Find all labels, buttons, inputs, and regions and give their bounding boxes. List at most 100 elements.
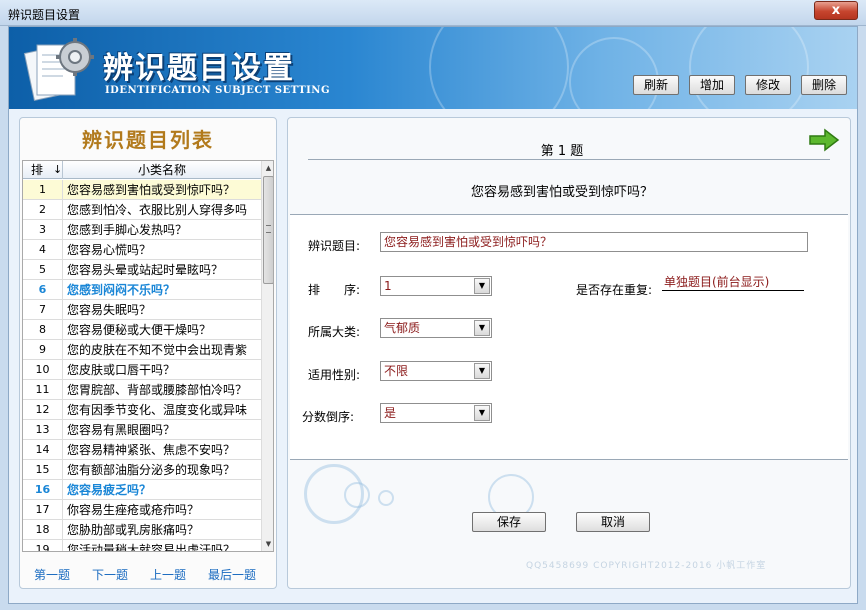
reverse-value: 是: [384, 406, 397, 420]
table-row[interactable]: 4 您容易心慌吗？: [23, 240, 261, 260]
name-column-header[interactable]: 小类名称: [63, 161, 261, 179]
table-row[interactable]: 7 您容易失眠吗？: [23, 300, 261, 320]
main-frame: 辨识题目设置 IDENTIFICATION SUBJECT SETTING 刷新…: [8, 26, 858, 604]
table-row[interactable]: 3 您感到手脚心发热吗？: [23, 220, 261, 240]
table-row[interactable]: 18 您胁肋部或乳房胀痛吗？: [23, 520, 261, 540]
add-button[interactable]: 增加: [689, 75, 735, 95]
row-number: 2: [23, 200, 63, 220]
question-index: 第 1 题: [540, 144, 584, 159]
question-heading: 您容易感到害怕或受到惊吓吗？: [470, 185, 653, 200]
question-list-panel: 辨识题目列表 排 ↓ 小类名称 1 您容易感到害怕或受到惊吓吗？ 2 您感到怕冷、衣…: [19, 117, 277, 589]
row-text: 您容易疲乏吗？: [67, 483, 152, 497]
row-number: 15: [23, 460, 63, 480]
row-text: 您容易心慌吗？: [67, 243, 152, 257]
refresh-button[interactable]: 刷新: [633, 75, 679, 95]
question-form: 辨识题目: 您容易感到害怕或受到惊吓吗？ 排 序: 1 ▼ 是否存在重复: 单独题…: [290, 214, 848, 460]
table-row[interactable]: 13 您容易有黑眼圈吗？: [23, 420, 261, 440]
row-number: 14: [23, 440, 63, 460]
grip-icon: [266, 225, 271, 233]
row-text: 您的皮肤在不知不觉中会出现青紫: [67, 343, 248, 357]
copyright-text: QQ5458699 COPYRIGHT2012-2016 小帆工作室: [526, 561, 767, 571]
first-question-link[interactable]: 第一题: [34, 566, 70, 583]
document-gear-icon: [23, 38, 94, 102]
table-row[interactable]: 12 您有因季节变化、温度变化或异味: [23, 400, 261, 420]
chevron-down-icon[interactable]: ▼: [474, 405, 490, 421]
arrow-right-icon[interactable]: [808, 128, 840, 152]
prev-question-link[interactable]: 上一题: [150, 566, 186, 583]
chevron-down-icon[interactable]: ▼: [474, 320, 490, 336]
table-row[interactable]: 2 您感到怕冷、衣服比别人穿得多吗: [23, 200, 261, 220]
title-field[interactable]: 您容易感到害怕或受到惊吓吗？: [380, 232, 808, 252]
question-grid: 排 ↓ 小类名称 1 您容易感到害怕或受到惊吓吗？ 2 您感到怕冷、衣服比别人穿得多…: [22, 160, 274, 552]
table-row[interactable]: 1 您容易感到害怕或受到惊吓吗？: [23, 180, 261, 200]
grid-rows: 1 您容易感到害怕或受到惊吓吗？ 2 您感到怕冷、衣服比别人穿得多吗 3 您感到手脚心…: [23, 180, 261, 552]
row-number: 12: [23, 400, 63, 420]
category-label: 所属大类:: [308, 325, 361, 339]
close-button[interactable]: x: [814, 1, 858, 20]
delete-button[interactable]: 删除: [801, 75, 847, 95]
chevron-down-icon[interactable]: ▼: [474, 278, 490, 294]
table-row[interactable]: 9 您的皮肤在不知不觉中会出现青紫: [23, 340, 261, 360]
list-scrollbar[interactable]: ▲ ▼: [261, 161, 273, 551]
row-text: 您感到怕冷、衣服比别人穿得多吗: [67, 203, 248, 217]
scroll-thumb[interactable]: [263, 176, 273, 284]
row-text: 您感到手脚心发热吗？: [67, 223, 188, 237]
table-row[interactable]: 14 您容易精神紧张、焦虑不安吗？: [23, 440, 261, 460]
list-title: 辨识题目列表: [82, 128, 214, 152]
row-text: 您容易精神紧张、焦虑不安吗？: [67, 443, 236, 457]
modify-button[interactable]: 修改: [745, 75, 791, 95]
row-text: 您容易感到害怕或受到惊吓吗？: [67, 183, 236, 197]
row-number: 13: [23, 420, 63, 440]
row-text: 您有额部油脂分泌多的现象吗？: [67, 463, 236, 477]
banner-title: 辨识题目设置: [103, 51, 295, 86]
row-number: 18: [23, 520, 63, 540]
table-row[interactable]: 16 您容易疲乏吗？: [23, 480, 261, 500]
row-text: 您活动量稍大就容易出虚汗吗？: [67, 543, 236, 552]
save-button[interactable]: 保存: [472, 512, 546, 532]
title-bar: 辨识题目设置 x: [0, 0, 866, 26]
question-detail-panel: 第 1 题 您容易感到害怕或受到惊吓吗？ 辨识题目: 您容易感到害怕或受到惊吓吗…: [287, 117, 851, 589]
table-row[interactable]: 19 您活动量稍大就容易出虚汗吗？: [23, 540, 261, 552]
duplicate-value: 单独题目(前台显示): [662, 273, 804, 291]
order-select[interactable]: 1 ▼: [380, 276, 492, 296]
scroll-up-icon[interactable]: ▲: [263, 162, 273, 174]
reverse-select[interactable]: 是 ▼: [380, 403, 492, 423]
table-row[interactable]: 10 您皮肤或口唇干吗？: [23, 360, 261, 380]
row-text: 您有因季节变化、温度变化或异味: [67, 403, 248, 417]
row-number: 16: [23, 480, 63, 500]
table-row[interactable]: 17 你容易生痤疮或疮疖吗？: [23, 500, 261, 520]
cancel-button[interactable]: 取消: [576, 512, 650, 532]
row-text: 您胃脘部、背部或腰膝部怕冷吗？: [67, 383, 248, 397]
decor-circle: [378, 490, 394, 506]
gender-select[interactable]: 不限 ▼: [380, 361, 492, 381]
sort-down-icon: ↓: [53, 163, 63, 176]
banner-subtitle: IDENTIFICATION SUBJECT SETTING: [105, 85, 330, 96]
scroll-down-icon[interactable]: ▼: [263, 538, 273, 550]
row-number: 9: [23, 340, 63, 360]
row-number: 8: [23, 320, 63, 340]
gender-label: 适用性别:: [308, 368, 361, 382]
row-text: 您感到闷闷不乐吗？: [67, 283, 176, 297]
chevron-down-icon[interactable]: ▼: [474, 363, 490, 379]
table-row[interactable]: 11 您胃脘部、背部或腰膝部怕冷吗？: [23, 380, 261, 400]
table-row[interactable]: 15 您有额部油脂分泌多的现象吗？: [23, 460, 261, 480]
row-text: 您容易便秘或大便干燥吗？: [67, 323, 212, 337]
divider: [308, 159, 830, 160]
table-row[interactable]: 6 您感到闷闷不乐吗？: [23, 280, 261, 300]
row-number: 1: [23, 180, 63, 200]
reverse-label: 分数倒序:: [302, 410, 355, 424]
row-number: 3: [23, 220, 63, 240]
duplicate-label: 是否存在重复:: [576, 283, 653, 297]
last-question-link[interactable]: 最后一题: [208, 566, 256, 583]
row-text: 您容易头晕或站起时晕眩吗？: [67, 263, 224, 277]
title-label: 辨识题目:: [308, 239, 361, 253]
row-number: 10: [23, 360, 63, 380]
row-text: 您容易失眠吗？: [67, 303, 152, 317]
row-text: 您胁肋部或乳房胀痛吗？: [67, 523, 200, 537]
order-label: 排 序:: [308, 283, 361, 297]
table-row[interactable]: 8 您容易便秘或大便干燥吗？: [23, 320, 261, 340]
next-question-link[interactable]: 下一题: [92, 566, 128, 583]
row-number: 5: [23, 260, 63, 280]
table-row[interactable]: 5 您容易头晕或站起时晕眩吗？: [23, 260, 261, 280]
category-select[interactable]: 气郁质 ▼: [380, 318, 492, 338]
